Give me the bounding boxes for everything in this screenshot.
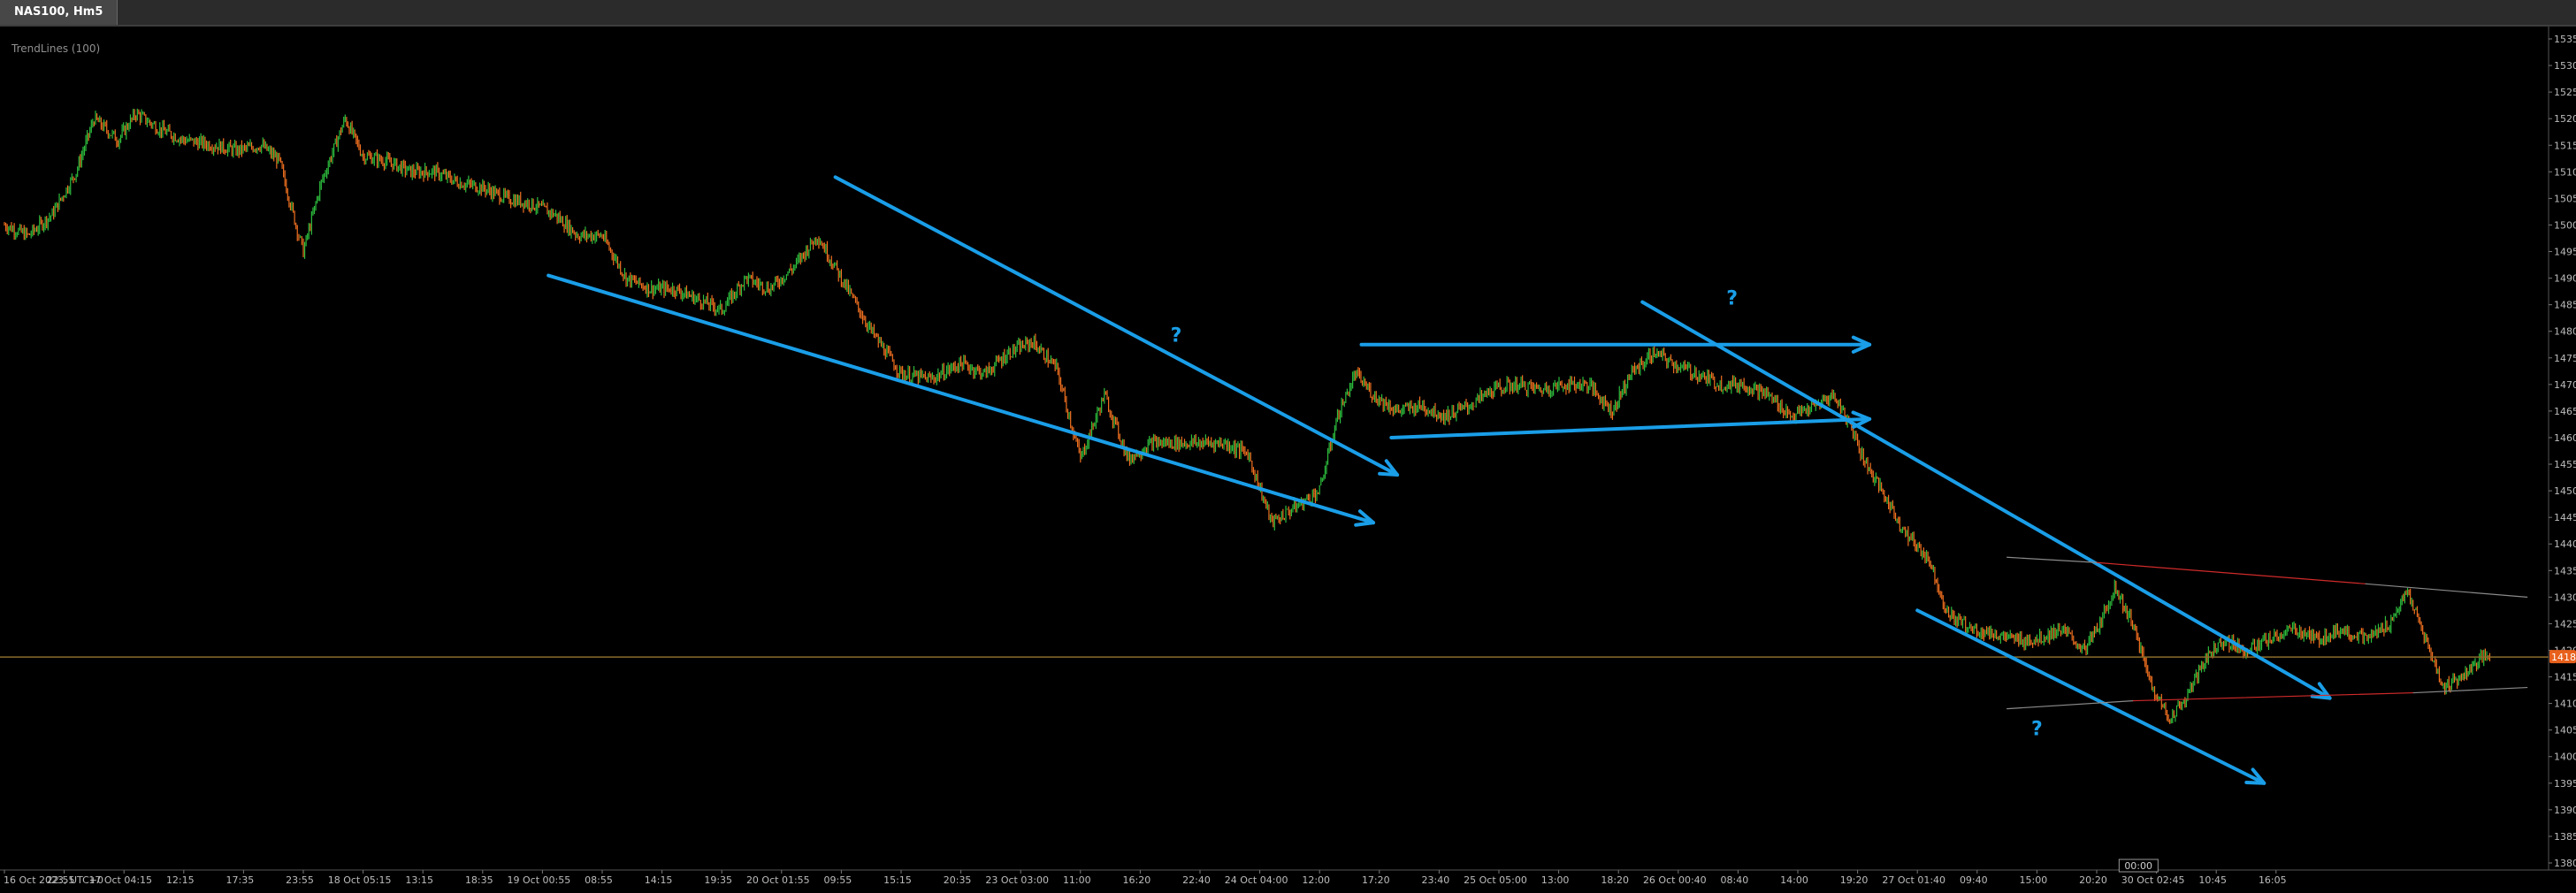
- time-tick-label: 15:00: [2020, 874, 2048, 886]
- price-tick-label: 14900.0: [2554, 273, 2576, 285]
- current-price-label: 14187.3: [2551, 652, 2576, 663]
- price-tick-label: 14950.0: [2554, 247, 2576, 258]
- trend-lines: [547, 175, 2528, 785]
- price-chart[interactable]: ??? 13800.013850.013900.013950.014000.01…: [0, 27, 2576, 889]
- time-tick-label: 23:55: [286, 874, 314, 886]
- time-tick-label: 12:15: [166, 874, 195, 886]
- time-tick-label: 26 Oct 00:40: [1643, 874, 1707, 886]
- time-tick-label: 25 Oct 05:00: [1464, 874, 1527, 886]
- trend-line[interactable]: [1389, 416, 1872, 439]
- tab-bar: NAS100, Hm5: [0, 0, 2576, 27]
- price-tick-label: 15200.0: [2554, 113, 2576, 125]
- time-tick-label: 19 Oct 00:55: [508, 874, 571, 886]
- time-tick-label: 11:00: [1063, 874, 1091, 886]
- candles: [4, 108, 2491, 724]
- time-tick-label: 22:40: [1182, 874, 1211, 886]
- time-tick-label: 17:20: [1362, 874, 1390, 886]
- trend-line[interactable]: [2131, 691, 2414, 702]
- question-mark-annotation[interactable]: ?: [1171, 325, 1182, 347]
- trend-line[interactable]: [1640, 300, 2332, 700]
- time-tick-label: 30 Oct 02:45: [2121, 874, 2185, 886]
- price-axis[interactable]: 13800.0 13850.0 13900.0 13950.0 14000.0 14050…: [2549, 34, 2576, 869]
- time-tick-label: 20:20: [2079, 874, 2107, 886]
- time-tick-label: 19:20: [1840, 874, 1869, 886]
- price-tick-label: 14000.0: [2554, 752, 2576, 763]
- price-tick-label: 15000.0: [2554, 219, 2576, 231]
- time-tick-label: 17 Oct 04:15: [88, 874, 152, 886]
- time-tick-label: 15:15: [883, 874, 912, 886]
- price-tick-label: 14100.0: [2554, 698, 2576, 710]
- time-tick-label: 18:20: [1601, 874, 1629, 886]
- price-tick-label: 14150.0: [2554, 672, 2576, 683]
- time-tick-label: 14:15: [645, 874, 673, 886]
- time-tick-label: 20:35: [944, 874, 972, 886]
- time-tick-label: 10:45: [2198, 874, 2227, 886]
- time-tick-label: 08:40: [1721, 874, 1749, 886]
- price-tick-label: 13850.0: [2554, 831, 2576, 843]
- price-tick-label: 14300.0: [2554, 592, 2576, 603]
- price-tick-label: 15050.0: [2554, 193, 2576, 204]
- price-tick-label: 14550.0: [2554, 459, 2576, 470]
- time-tick-label: 16:20: [1123, 874, 1151, 886]
- price-tick-label: 14050.0: [2554, 725, 2576, 737]
- time-tick-label: 17:35: [226, 874, 255, 886]
- time-tick-label: 16:05: [2259, 874, 2287, 886]
- time-tick-label: 08:55: [585, 874, 613, 886]
- annotations: ???: [1171, 288, 2043, 741]
- price-tick-label: 14600.0: [2554, 432, 2576, 444]
- question-mark-annotation[interactable]: ?: [1726, 288, 1738, 310]
- trend-line[interactable]: [2412, 686, 2528, 694]
- time-tick-label: 18:35: [465, 874, 493, 886]
- time-tick-label: 09:40: [1960, 874, 1988, 886]
- current-price-tag: 14187.3: [2549, 650, 2576, 664]
- price-tick-label: 14450.0: [2554, 512, 2576, 523]
- price-tick-label: 15250.0: [2554, 87, 2576, 98]
- price-tick-label: 13900.0: [2554, 805, 2576, 816]
- price-tick-label: 13950.0: [2554, 778, 2576, 790]
- trend-line[interactable]: [547, 273, 1376, 525]
- trend-line[interactable]: [2365, 583, 2528, 598]
- time-marker-label: 00:00: [2124, 860, 2152, 872]
- price-tick-label: 15150.0: [2554, 140, 2576, 151]
- price-tick-label: 14750.0: [2554, 353, 2576, 364]
- time-tick-label: 18 Oct 05:15: [328, 874, 392, 886]
- time-tick-label: 20 Oct 01:55: [746, 874, 810, 886]
- time-marker: 00:00: [2118, 859, 2159, 873]
- price-tick-label: 14650.0: [2554, 406, 2576, 417]
- time-tick-label: 19:35: [704, 874, 732, 886]
- price-tick-label: 15300.0: [2554, 60, 2576, 72]
- chart-tab[interactable]: NAS100, Hm5: [0, 0, 118, 25]
- time-tick-label: 24 Oct 04:00: [1225, 874, 1288, 886]
- indicator-label: TrendLines (100): [11, 42, 100, 55]
- time-tick-label: 12:00: [1302, 874, 1330, 886]
- price-tick-label: 15350.0: [2554, 34, 2576, 45]
- price-tick-label: 14800.0: [2554, 326, 2576, 338]
- time-tick-label: 27 Oct 01:40: [1882, 874, 1945, 886]
- price-tick-label: 14250.0: [2554, 618, 2576, 630]
- trend-line[interactable]: [833, 175, 1400, 477]
- time-tick-label: 13:15: [405, 874, 433, 886]
- question-mark-annotation[interactable]: ?: [2031, 719, 2043, 741]
- time-tick-label: 13:00: [1541, 874, 1570, 886]
- time-tick-label: 23:40: [1422, 874, 1450, 886]
- time-axis[interactable]: 16 Oct 2023, UTC+022:55 17 Oct 04:15 12:15…: [4, 870, 2287, 886]
- time-tick-label: 09:55: [824, 874, 852, 886]
- chart-area[interactable]: ??? 13800.013850.013900.013950.014000.01…: [0, 27, 2576, 889]
- price-tick-label: 15100.0: [2554, 166, 2576, 178]
- price-tick-label: 13800.0: [2554, 858, 2576, 869]
- price-tick-label: 14400.0: [2554, 538, 2576, 550]
- price-tick-label: 14350.0: [2554, 565, 2576, 576]
- price-tick-label: 14700.0: [2554, 379, 2576, 391]
- time-tick-label: 23 Oct 03:00: [985, 874, 1049, 886]
- time-tick-label: 14:00: [1780, 874, 1808, 886]
- trend-line[interactable]: [2096, 561, 2366, 584]
- price-tick-label: 14850.0: [2554, 300, 2576, 311]
- time-tick-label: 22:55: [47, 874, 75, 886]
- price-tick-label: 14500.0: [2554, 485, 2576, 497]
